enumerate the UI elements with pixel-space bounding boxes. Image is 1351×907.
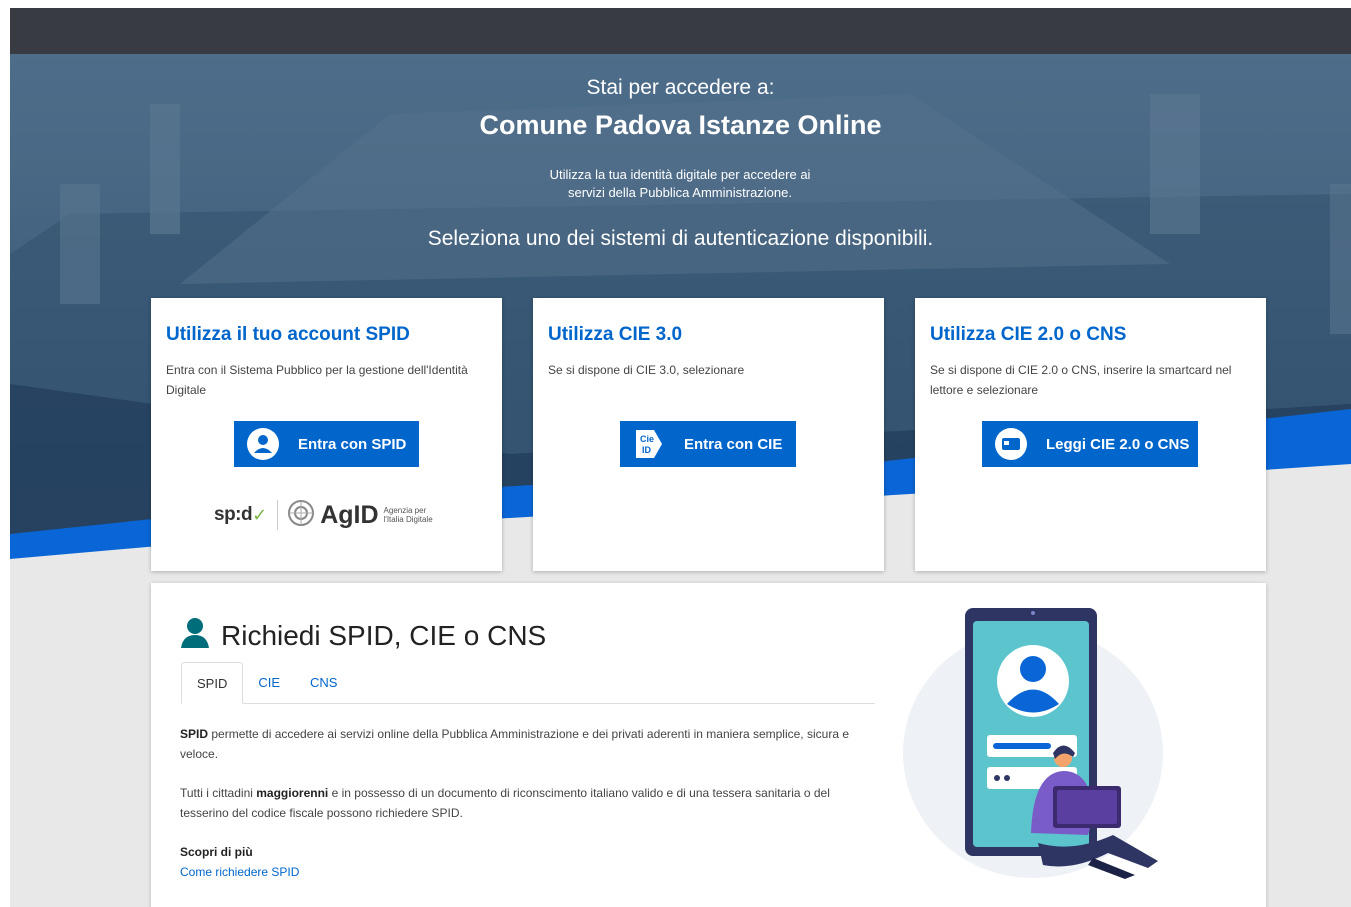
cns-card-description: Se si dispone di CIE 2.0 o CNS, inserire… xyxy=(930,363,1232,397)
spid-description: SPID permette di accedere ai servizi onl… xyxy=(180,724,870,764)
tab-spid[interactable]: SPID xyxy=(181,662,244,704)
eligibility-text-start: Tutti i cittadini xyxy=(180,786,257,800)
agid-emblem-icon xyxy=(288,499,315,531)
hero-title: Comune Padova Istanze Online xyxy=(479,110,882,140)
spid-eligibility: Tutti i cittadini maggiorenni e in posse… xyxy=(180,783,870,823)
hero-select-text: Seleziona uno dei sistemi di autenticazi… xyxy=(427,227,934,250)
spid-card: Utilizza il tuo account SPID Entra con i… xyxy=(151,298,502,571)
cie-login-label: Entra con CIE xyxy=(684,435,783,453)
cns-read-button[interactable]: Leggi CIE 2.0 o CNS xyxy=(982,421,1198,467)
cns-card-title: Utilizza CIE 2.0 o CNS xyxy=(930,324,1127,345)
request-panel: Richiedi SPID, CIE o CNS SPID CIE CNS SP… xyxy=(151,583,1266,907)
cie3-card: Utilizza CIE 3.0 Se si dispone di CIE 3.… xyxy=(533,298,884,571)
svg-text:Cie: Cie xyxy=(640,434,654,444)
how-to-request-spid-link[interactable]: Come richiedere SPID xyxy=(180,862,870,882)
request-panel-title: Richiedi SPID, CIE o CNS xyxy=(221,619,547,651)
spid-login-button[interactable]: Entra con SPID xyxy=(234,421,419,467)
tab-cie[interactable]: CIE xyxy=(243,662,295,702)
page-frame: Stai per accedere a: Comune Padova Istan… xyxy=(10,8,1351,907)
spid-login-label: Entra con SPID xyxy=(298,435,407,453)
spid-logo: sp:d xyxy=(214,504,253,525)
spid-card-title: Utilizza il tuo account SPID xyxy=(166,324,410,345)
eligibility-bold: maggiorenni xyxy=(256,786,329,800)
spid-card-description: Entra con il Sistema Pubblico per la ges… xyxy=(166,363,468,397)
spid-agid-logos: sp:d ✓ AgID Agenzia per l'Italia Digital… xyxy=(214,498,444,532)
hero-subtitle: Utilizza la tua identità digitale per ac… xyxy=(549,167,811,200)
svg-text:ID: ID xyxy=(642,445,652,455)
phone-login-illustration xyxy=(903,608,1163,879)
logo-divider xyxy=(277,500,279,530)
spid-description-text: permette di accedere ai servizi online d… xyxy=(180,727,849,761)
cie3-card-title: Utilizza CIE 3.0 xyxy=(548,324,683,345)
user-icon xyxy=(179,617,211,654)
learn-more-title: Scopri di più xyxy=(180,845,253,859)
smartcard-icon xyxy=(994,427,1028,461)
spid-term: SPID xyxy=(180,727,209,741)
tab-content-spid: SPID permette di accedere ai servizi onl… xyxy=(180,724,870,882)
cie3-card-description: Se si dispone di CIE 3.0, selezionare xyxy=(548,363,745,377)
request-tabs: SPID CIE CNS xyxy=(181,662,875,704)
top-bar xyxy=(10,8,1351,54)
hero-pre-title: Stai per accedere a: xyxy=(586,76,775,99)
agid-logo: AgID xyxy=(320,500,379,529)
cie-login-button[interactable]: Cie ID Entra con CIE xyxy=(620,421,796,467)
cns-read-label: Leggi CIE 2.0 o CNS xyxy=(1046,435,1190,453)
cie-id-icon: Cie ID xyxy=(632,427,666,461)
spid-check-icon: ✓ xyxy=(252,504,268,525)
tab-cns[interactable]: CNS xyxy=(295,662,352,702)
agid-subtitle: Agenzia per l'Italia Digitale xyxy=(383,506,433,524)
request-panel-header: Richiedi SPID, CIE o CNS xyxy=(179,617,546,654)
user-circle-icon xyxy=(246,427,280,461)
cns-card: Utilizza CIE 2.0 o CNS Se si dispone di … xyxy=(915,298,1266,571)
